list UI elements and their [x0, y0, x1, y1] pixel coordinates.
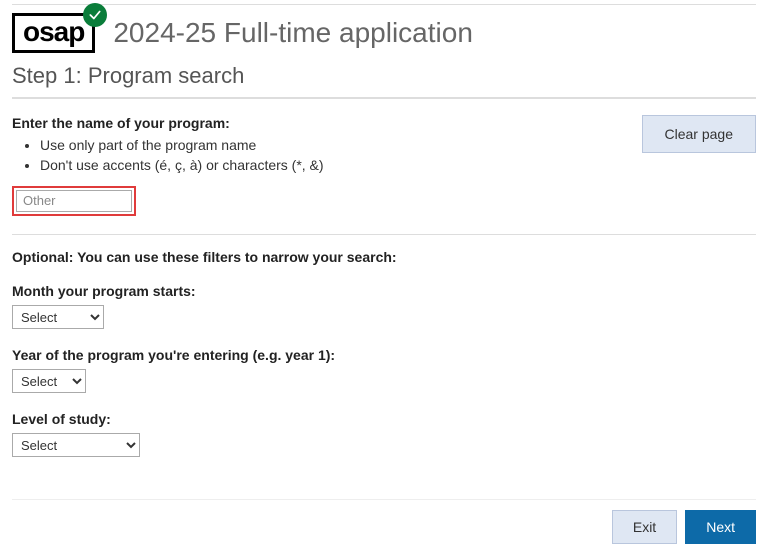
- exit-button[interactable]: Exit: [612, 510, 677, 544]
- program-input-highlight: [12, 186, 136, 216]
- year-label: Year of the program you're entering (e.g…: [12, 347, 756, 363]
- app-header: osap 2024-25 Full-time application: [0, 5, 768, 57]
- next-button[interactable]: Next: [685, 510, 756, 544]
- month-label: Month your program starts:: [12, 283, 756, 299]
- year-select[interactable]: Select: [12, 369, 86, 393]
- level-select[interactable]: Select: [12, 433, 140, 457]
- month-select[interactable]: Select: [12, 305, 104, 329]
- divider: [12, 97, 756, 99]
- filters-heading: Optional: You can use these filters to n…: [12, 249, 756, 265]
- page-title: 2024-25 Full-time application: [113, 17, 473, 49]
- hint-item: Don't use accents (é, ç, à) or character…: [40, 155, 324, 175]
- clear-page-button[interactable]: Clear page: [642, 115, 757, 153]
- footer-actions: Exit Next: [12, 499, 756, 544]
- osap-logo: osap: [12, 13, 95, 53]
- hint-item: Use only part of the program name: [40, 135, 324, 155]
- step-title: Step 1: Program search: [0, 57, 768, 97]
- program-hints: Use only part of the program name Don't …: [12, 135, 324, 176]
- level-label: Level of study:: [12, 411, 756, 427]
- program-name-input[interactable]: [16, 190, 132, 212]
- program-name-label: Enter the name of your program:: [12, 115, 324, 131]
- divider: [12, 234, 756, 235]
- checkmark-icon: [83, 3, 107, 27]
